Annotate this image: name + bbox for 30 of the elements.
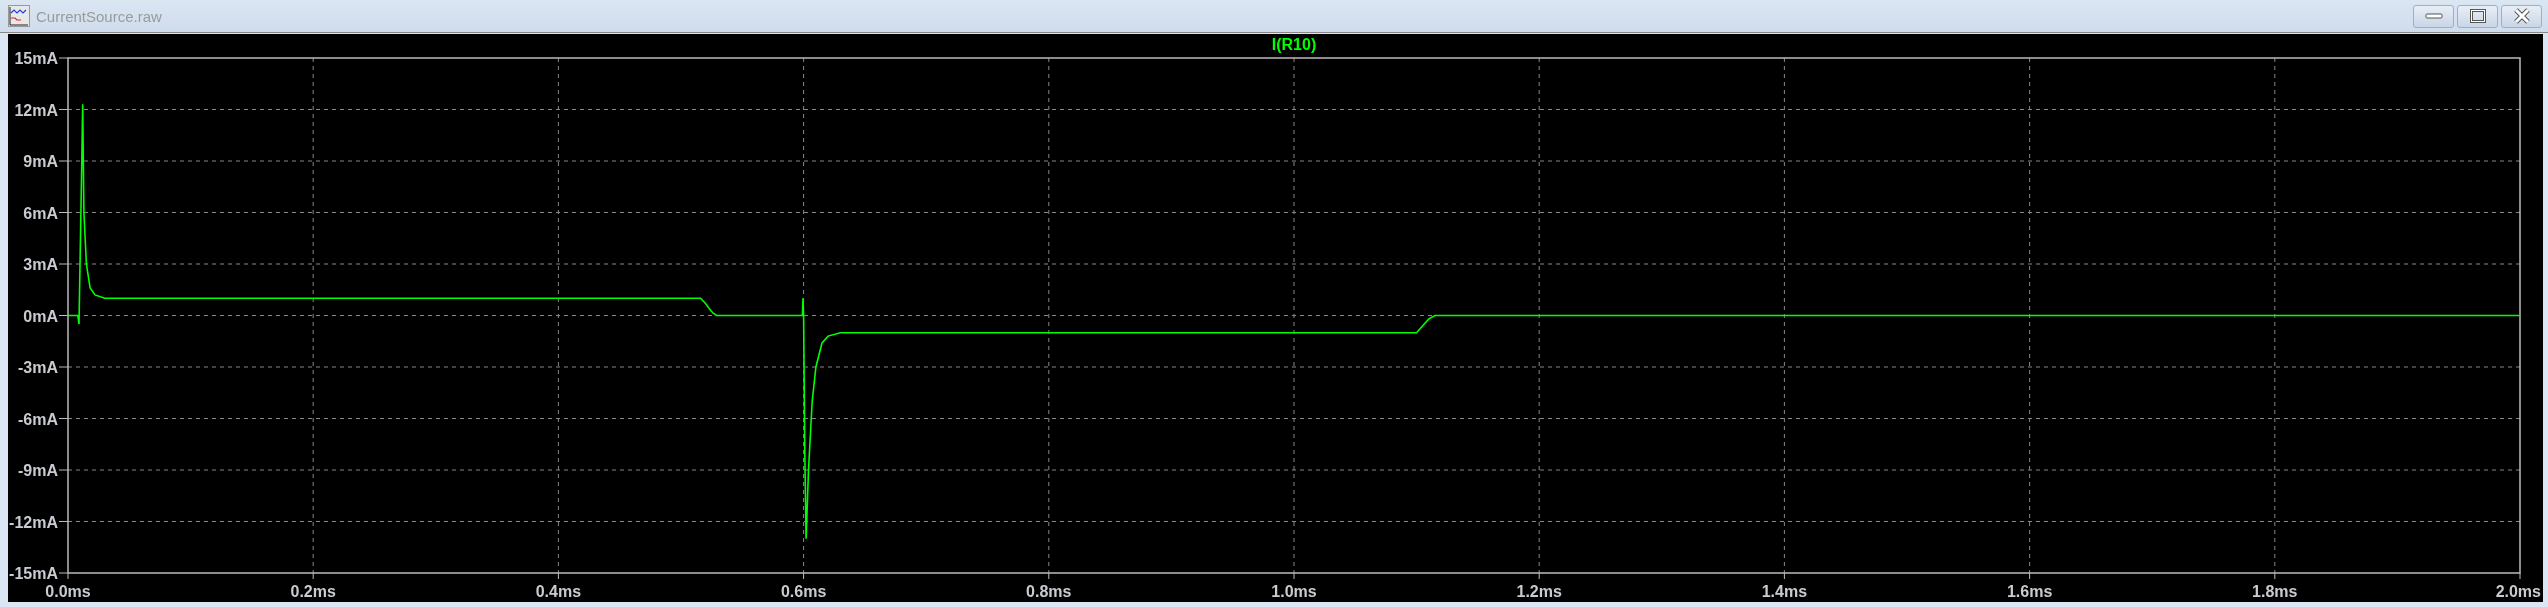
maximize-button[interactable] — [2457, 4, 2498, 28]
window-title: CurrentSource.raw — [36, 7, 162, 25]
y-axis-label: -3mA — [18, 359, 58, 376]
close-button[interactable] — [2501, 4, 2542, 28]
waveform-window-icon — [8, 5, 30, 27]
x-axis-label: 0.6ms — [780, 583, 827, 600]
x-axis-label: 2.0ms — [2495, 583, 2541, 600]
x-axis-label: 0.2ms — [290, 583, 336, 600]
trace-label[interactable]: I(R10) — [1271, 36, 1317, 53]
x-axis-label: 1.8ms — [2252, 583, 2298, 600]
maximize-icon — [2469, 9, 2486, 23]
y-axis-label: 9mA — [23, 153, 58, 170]
x-axis-label: 0.0ms — [45, 583, 91, 600]
x-axis-label: 1.2ms — [1516, 583, 1562, 600]
x-axis-label: 1.6ms — [2006, 583, 2053, 600]
y-axis-label: 12mA — [14, 101, 58, 119]
x-axis-label: 1.0ms — [1271, 583, 1317, 600]
minimize-icon — [2424, 12, 2443, 20]
y-axis-label: -6mA — [18, 410, 58, 428]
y-axis-label: 15mA — [14, 50, 58, 67]
y-axis-label: 3mA — [23, 256, 58, 273]
x-axis-label: 0.4ms — [535, 583, 582, 600]
close-icon — [2512, 8, 2531, 24]
y-axis-label: 0mA — [23, 307, 58, 325]
y-axis-label: -15mA — [9, 565, 58, 582]
x-axis-label: 0.8ms — [1026, 583, 1072, 600]
y-axis-label: 6mA — [23, 204, 58, 222]
x-axis-label: 1.4ms — [1761, 583, 1808, 600]
y-axis-label: -9mA — [18, 462, 58, 479]
y-axis-label: -12mA — [9, 513, 58, 531]
